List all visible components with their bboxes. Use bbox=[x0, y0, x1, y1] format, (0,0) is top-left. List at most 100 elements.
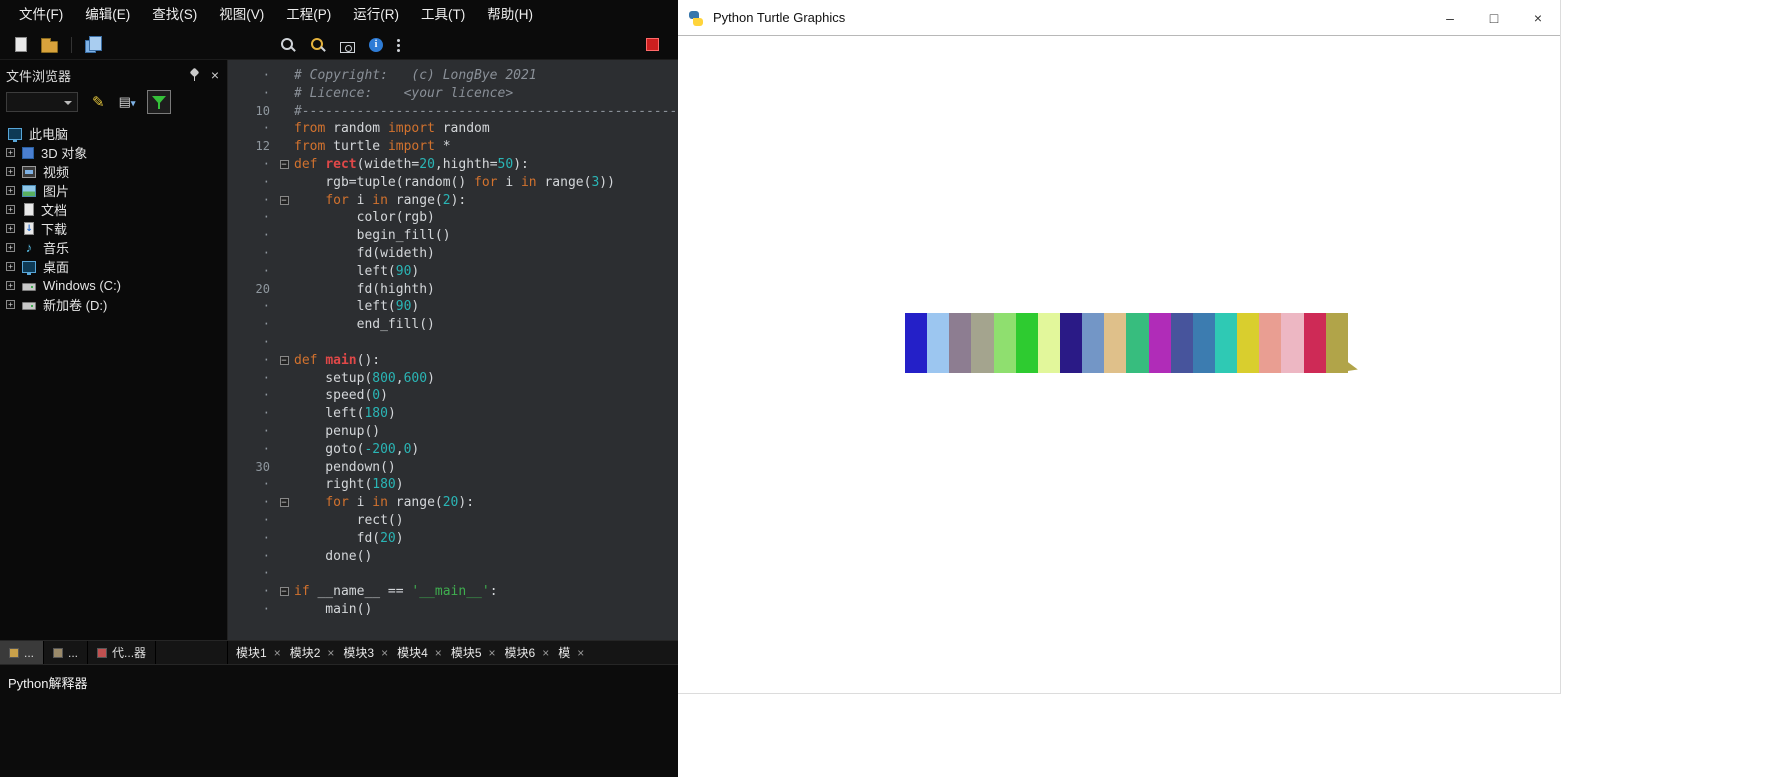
sort-icon[interactable]: ▤▾ bbox=[119, 94, 136, 110]
tree-item[interactable]: + 新加卷 (D:) bbox=[0, 295, 227, 314]
module-tab[interactable]: 模块1 × bbox=[236, 644, 290, 661]
code-line[interactable]: · − def main(): bbox=[228, 352, 678, 370]
code-line[interactable]: · − def rect(wideth=20,highth=50): bbox=[228, 156, 678, 174]
code-line[interactable]: · − for i in range(20): bbox=[228, 494, 678, 512]
panel-tab[interactable]: ... bbox=[0, 641, 45, 664]
turtle-window-titlebar[interactable]: Python Turtle Graphics – □ × bbox=[678, 0, 1560, 36]
fold-collapse-icon[interactable]: − bbox=[279, 159, 289, 169]
tree-item[interactable]: + 视频 bbox=[0, 162, 227, 181]
code-line[interactable]: 20 fd(highth) bbox=[228, 281, 678, 299]
module-tab[interactable]: 模 × bbox=[558, 644, 593, 661]
close-tab-icon[interactable]: × bbox=[274, 646, 281, 660]
close-panel-icon[interactable]: × bbox=[209, 68, 221, 82]
expand-icon[interactable]: + bbox=[6, 205, 15, 214]
more-tools-icon[interactable] bbox=[397, 39, 400, 42]
open-file-icon[interactable] bbox=[41, 37, 58, 53]
expand-icon[interactable]: + bbox=[6, 148, 15, 157]
tree-item[interactable]: 此电脑 bbox=[0, 124, 227, 143]
code-line[interactable]: · setup(800,600) bbox=[228, 370, 678, 388]
tree-item[interactable]: + ↓ 下载 bbox=[0, 219, 227, 238]
code-line[interactable]: · rect() bbox=[228, 512, 678, 530]
code-line[interactable]: · bbox=[228, 334, 678, 352]
code-line[interactable]: · speed(0) bbox=[228, 387, 678, 405]
code-line[interactable]: · color(rgb) bbox=[228, 209, 678, 227]
menu-item[interactable]: 工具(T) bbox=[410, 0, 476, 30]
code-line[interactable]: · left(180) bbox=[228, 405, 678, 423]
menu-item[interactable]: 文件(F) bbox=[8, 0, 74, 30]
code-line[interactable]: · left(90) bbox=[228, 298, 678, 316]
expand-icon[interactable]: + bbox=[6, 243, 15, 252]
menu-item[interactable]: 查找(S) bbox=[141, 0, 208, 30]
module-tab[interactable]: 模块5 × bbox=[451, 644, 505, 661]
new-file-icon[interactable] bbox=[15, 37, 27, 52]
menu-item[interactable]: 帮助(H) bbox=[476, 0, 544, 30]
code-line[interactable]: · # Licence: <your licence> bbox=[228, 85, 678, 103]
code-line[interactable]: 10 #-------------------------------------… bbox=[228, 103, 678, 121]
close-tab-icon[interactable]: × bbox=[381, 646, 388, 660]
filter-combobox[interactable] bbox=[6, 92, 78, 112]
menu-item[interactable]: 视图(V) bbox=[208, 0, 275, 30]
panel-tab[interactable]: ... bbox=[44, 641, 89, 664]
code-line[interactable]: · end_fill() bbox=[228, 316, 678, 334]
close-tab-icon[interactable]: × bbox=[577, 646, 584, 660]
module-tab[interactable]: 模块2 × bbox=[290, 644, 344, 661]
pin-icon[interactable] bbox=[189, 68, 201, 82]
close-button[interactable]: × bbox=[1516, 0, 1560, 35]
code-line[interactable]: · done() bbox=[228, 548, 678, 566]
code-line[interactable]: · right(180) bbox=[228, 476, 678, 494]
tree-item[interactable]: + Windows (C:) bbox=[0, 276, 227, 295]
expand-icon[interactable]: + bbox=[6, 300, 15, 309]
fold-collapse-icon[interactable]: − bbox=[279, 355, 289, 365]
expand-icon[interactable]: + bbox=[6, 167, 15, 176]
close-tab-icon[interactable]: × bbox=[489, 646, 496, 660]
close-tab-icon[interactable]: × bbox=[542, 646, 549, 660]
code-line[interactable]: 12 from turtle import * bbox=[228, 138, 678, 156]
tree-item[interactable]: + ♪ 音乐 bbox=[0, 238, 227, 257]
menu-item[interactable]: 运行(R) bbox=[342, 0, 410, 30]
menu-item[interactable]: 工程(P) bbox=[275, 0, 342, 30]
code-line[interactable]: · main() bbox=[228, 601, 678, 619]
module-tab[interactable]: 模块4 × bbox=[397, 644, 451, 661]
minimize-button[interactable]: – bbox=[1428, 0, 1472, 35]
code-line[interactable]: · − if __name__ == '__main__': bbox=[228, 583, 678, 601]
code-editor[interactable]: · # Copyright: (c) LongBye 2021 · # Licence… bbox=[228, 60, 678, 640]
expand-icon[interactable]: + bbox=[6, 262, 15, 271]
stop-icon[interactable] bbox=[646, 38, 659, 51]
code-line[interactable]: · fd(wideth) bbox=[228, 245, 678, 263]
code-line[interactable]: · penup() bbox=[228, 423, 678, 441]
tree-item[interactable]: +3D 对象 bbox=[0, 143, 227, 162]
expand-icon[interactable]: + bbox=[6, 281, 15, 290]
filter-button[interactable] bbox=[147, 90, 172, 114]
maximize-button[interactable]: □ bbox=[1472, 0, 1516, 35]
code-line[interactable]: · rgb=tuple(random() for i in range(3)) bbox=[228, 174, 678, 192]
tree-item[interactable]: + 文档 bbox=[0, 200, 227, 219]
copy-icon[interactable] bbox=[85, 36, 102, 53]
edit-icon[interactable]: ✎ bbox=[92, 93, 105, 111]
close-tab-icon[interactable]: × bbox=[435, 646, 442, 660]
code-line[interactable]: · left(90) bbox=[228, 263, 678, 281]
panel-tab[interactable]: 代...器 bbox=[88, 641, 157, 664]
code-line[interactable]: · − for i in range(2): bbox=[228, 192, 678, 210]
code-line[interactable]: · from random import random bbox=[228, 120, 678, 138]
expand-icon[interactable]: + bbox=[6, 186, 15, 195]
fold-collapse-icon[interactable]: − bbox=[279, 195, 289, 205]
code-line[interactable]: · fd(20) bbox=[228, 530, 678, 548]
fold-collapse-icon[interactable]: − bbox=[279, 498, 289, 508]
module-tab[interactable]: 模块6 × bbox=[505, 644, 559, 661]
code-line[interactable]: · begin_fill() bbox=[228, 227, 678, 245]
code-line[interactable]: · bbox=[228, 565, 678, 583]
code-line[interactable]: 30 pendown() bbox=[228, 459, 678, 477]
search-in-files-icon[interactable] bbox=[310, 37, 326, 53]
code-line[interactable]: · goto(-200,0) bbox=[228, 441, 678, 459]
module-tab[interactable]: 模块3 × bbox=[343, 644, 397, 661]
tree-item[interactable]: + 桌面 bbox=[0, 257, 227, 276]
menu-item[interactable]: 编辑(E) bbox=[74, 0, 141, 30]
about-icon[interactable] bbox=[369, 37, 383, 52]
search-icon[interactable] bbox=[280, 37, 296, 53]
screenshot-icon[interactable] bbox=[340, 42, 355, 53]
code-line[interactable]: · # Copyright: (c) LongBye 2021 bbox=[228, 67, 678, 85]
close-tab-icon[interactable]: × bbox=[327, 646, 334, 660]
tree-item[interactable]: + 图片 bbox=[0, 181, 227, 200]
expand-icon[interactable]: + bbox=[6, 224, 15, 233]
fold-collapse-icon[interactable]: − bbox=[279, 587, 289, 597]
